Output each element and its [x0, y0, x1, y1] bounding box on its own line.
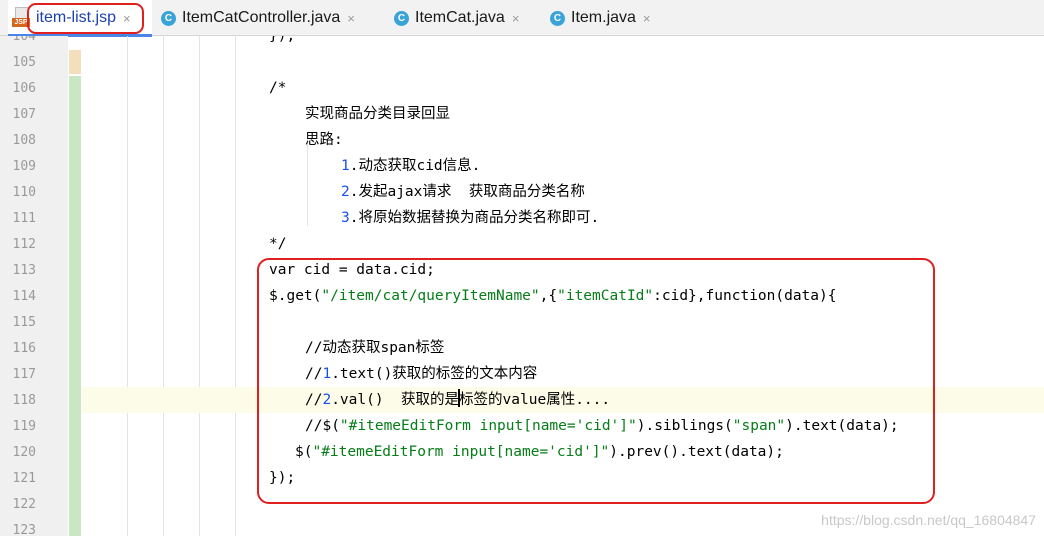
code-line: //1.text()获取的标签的文本内容: [305, 366, 538, 382]
line-number: 121: [12, 471, 36, 486]
current-code-line: //2.val() 获取的是标签的value属性....: [82, 387, 1044, 413]
line-number: 120: [12, 445, 36, 460]
java-class-icon: C: [394, 10, 409, 26]
line-number: 116: [12, 341, 36, 356]
added-lines-marker: [69, 76, 81, 536]
code-line: $.get("/item/cat/queryItemName",{"itemCa…: [269, 288, 837, 304]
tab-label: item-list.jsp: [36, 9, 117, 26]
line-number: 109: [12, 159, 36, 174]
code-line: 3.将原始数据替换为商品分类名称即可.: [341, 210, 600, 226]
java-class-icon: C: [550, 10, 565, 26]
code-line: //$("#itemeEditForm input[name='cid']").…: [305, 418, 899, 434]
code-line: 1.动态获取cid信息.: [341, 158, 481, 174]
code-line: /*: [269, 80, 287, 96]
tab-itemcatcontroller-java[interactable]: C ItemCatController.java ×: [161, 0, 355, 36]
line-number: 119: [12, 419, 36, 434]
line-number: 106: [12, 81, 36, 96]
line-number: 114: [12, 289, 36, 304]
editor-tab-bar: JSP item-list.jsp × C ItemCatController.…: [0, 0, 1044, 37]
line-number: 111: [12, 211, 36, 226]
line-number: 115: [12, 315, 36, 330]
line-number: 110: [12, 185, 36, 200]
code-line: $("#itemeEditForm input[name='cid']").pr…: [295, 444, 784, 460]
tab-label: ItemCat.java: [415, 9, 505, 26]
line-number: 113: [12, 263, 36, 278]
code-line: */: [269, 236, 287, 252]
line-number: 112: [12, 237, 36, 252]
code-line: 实现商品分类目录回显: [305, 106, 450, 122]
line-number: 107: [12, 107, 36, 122]
tab-label: Item.java: [571, 9, 636, 26]
code-line: });: [269, 36, 296, 44]
close-tab-icon[interactable]: ×: [643, 11, 651, 26]
tab-label: ItemCatController.java: [182, 9, 341, 26]
line-number: 117: [12, 367, 36, 382]
code-line: //动态获取span标签: [305, 340, 445, 356]
close-tab-icon[interactable]: ×: [347, 11, 355, 26]
modified-line-marker: [69, 50, 81, 74]
jsp-file-icon: JSP: [12, 7, 30, 29]
line-number: 105: [12, 55, 36, 70]
line-number: 123: [12, 523, 36, 536]
java-class-icon: C: [161, 10, 176, 26]
close-tab-icon[interactable]: ×: [123, 11, 131, 26]
tab-item-list-jsp[interactable]: JSP item-list.jsp ×: [8, 0, 152, 37]
close-tab-icon[interactable]: ×: [512, 11, 520, 26]
tab-itemcat-java[interactable]: C ItemCat.java ×: [394, 0, 519, 36]
code-line: 2.发起ajax请求 获取商品分类名称: [341, 184, 585, 200]
line-number: 118: [12, 393, 36, 408]
line-number-gutter: 104 105 106 107 108 109 110 111 112 113 …: [0, 36, 68, 536]
line-number: 122: [12, 497, 36, 512]
watermark-text: https://blog.csdn.net/qq_16804847: [821, 512, 1036, 528]
tab-item-java[interactable]: C Item.java ×: [550, 0, 651, 36]
line-number: 108: [12, 133, 36, 148]
code-line: 思路:: [305, 132, 343, 148]
code-editor[interactable]: 104 105 106 107 108 109 110 111 112 113 …: [0, 36, 1044, 536]
code-line: });: [269, 470, 296, 486]
line-number: 104: [12, 36, 36, 44]
code-line: var cid = data.cid;: [269, 262, 435, 278]
